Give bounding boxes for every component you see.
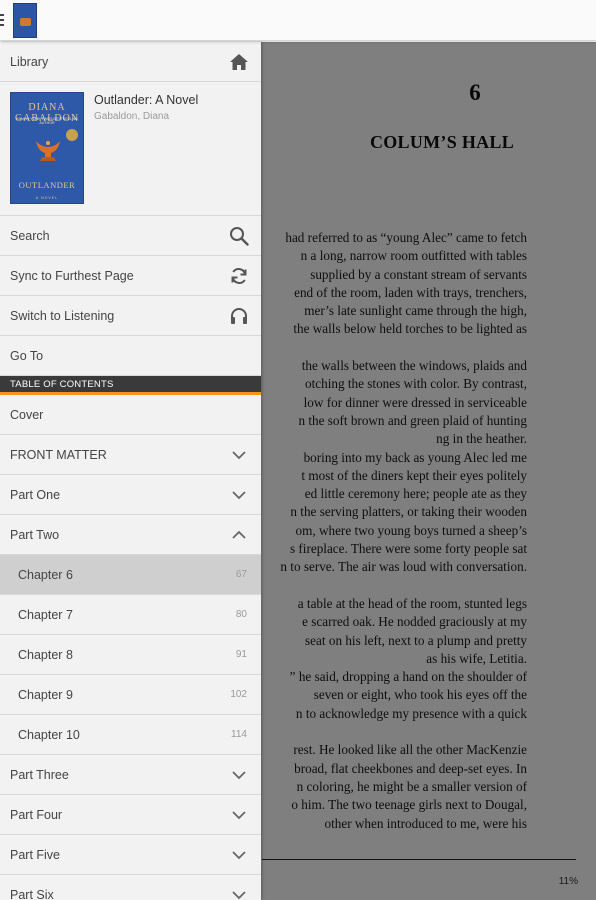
toc-item-cover[interactable]: Cover (0, 395, 261, 435)
goto-row[interactable]: Go To (0, 336, 261, 376)
home-icon[interactable] (229, 52, 249, 72)
chevron-down-icon[interactable] (229, 485, 249, 505)
chevron-down-icon[interactable] (229, 845, 249, 865)
toc-item-part-six[interactable]: Part Six (0, 875, 261, 900)
headphones-icon (229, 306, 249, 326)
toc-item-label: FRONT MATTER (10, 447, 107, 462)
library-row[interactable]: Library (0, 42, 261, 82)
cover-badge (66, 129, 78, 141)
toc-item-part-one[interactable]: Part One (0, 475, 261, 515)
toc-item-part-two[interactable]: Part Two (0, 515, 261, 555)
toc-item-label: Part Three (10, 767, 69, 782)
top-app-bar (0, 0, 596, 41)
toc-chapter-7[interactable]: Chapter 7 80 (0, 595, 261, 635)
chapter-page: 67 (235, 569, 247, 580)
toc-item-part-five[interactable]: Part Five (0, 835, 261, 875)
listen-row[interactable]: Switch to Listening (0, 296, 261, 336)
chapter-page: 80 (235, 609, 247, 620)
chapter-label: Chapter 10 (18, 727, 80, 742)
toc-item-label: Part Five (10, 847, 61, 862)
chapter-page: 91 (235, 649, 247, 660)
cover-title: OUTLANDER (18, 180, 76, 190)
search-label: Search (10, 228, 50, 243)
library-label: Library (10, 54, 49, 69)
chapter-page: 114 (231, 729, 247, 740)
search-row[interactable]: Search (0, 216, 261, 256)
toc-item-label: Part One (10, 487, 61, 502)
chapter-label: Chapter 9 (18, 687, 73, 702)
toc-item-front-matter[interactable]: FRONT MATTER (0, 435, 261, 475)
chevron-down-icon[interactable] (229, 805, 249, 825)
listen-label: Switch to Listening (10, 308, 115, 323)
cover-emblem-icon (36, 141, 60, 161)
toc-chapter-6[interactable]: Chapter 6 67 (0, 555, 261, 595)
goto-label: Go To (10, 348, 44, 363)
chapter-page: 102 (230, 689, 247, 700)
cover-footer: A NOVEL (35, 196, 59, 200)
cover-tagline: #1 NEW YORK TIMES BESTSELLING AUTHOR (16, 117, 78, 125)
menu-icon[interactable] (0, 14, 4, 26)
toc-item-part-four[interactable]: Part Four (0, 795, 261, 835)
chevron-down-icon[interactable] (229, 885, 249, 900)
book-thumbnail-icon[interactable] (13, 3, 37, 38)
chapter-label: Chapter 8 (18, 647, 73, 662)
chevron-up-icon[interactable] (229, 525, 249, 545)
toc-item-part-three[interactable]: Part Three (0, 755, 261, 795)
book-info: DIANA GABALDON #1 NEW YORK TIMES BESTSEL… (0, 82, 261, 216)
book-title: Outlander: A Novel (94, 93, 199, 107)
toc-header: TABLE OF CONTENTS (0, 376, 261, 395)
toc-item-label: Part Two (10, 527, 60, 542)
chapter-label: Chapter 7 (18, 607, 73, 622)
book-author: Gabaldon, Diana (94, 111, 170, 122)
chapter-label: Chapter 6 (18, 567, 73, 582)
book-cover: DIANA GABALDON #1 NEW YORK TIMES BESTSEL… (10, 92, 84, 204)
toc-chapter-10[interactable]: Chapter 10 114 (0, 715, 261, 755)
toc-item-label: Part Six (10, 887, 54, 900)
toc-chapter-9[interactable]: Chapter 9 102 (0, 675, 261, 715)
toc-chapter-8[interactable]: Chapter 8 91 (0, 635, 261, 675)
navigation-drawer: Library DIANA GABALDON #1 NEW YORK TIMES… (0, 42, 261, 900)
chevron-down-icon[interactable] (229, 445, 249, 465)
sync-icon (229, 266, 249, 286)
search-icon (229, 226, 249, 246)
sync-row[interactable]: Sync to Furthest Page (0, 256, 261, 296)
toc-item-label: Cover (10, 407, 44, 422)
sync-label: Sync to Furthest Page (10, 268, 134, 283)
toc-item-label: Part Four (10, 807, 63, 822)
chevron-down-icon[interactable] (229, 765, 249, 785)
